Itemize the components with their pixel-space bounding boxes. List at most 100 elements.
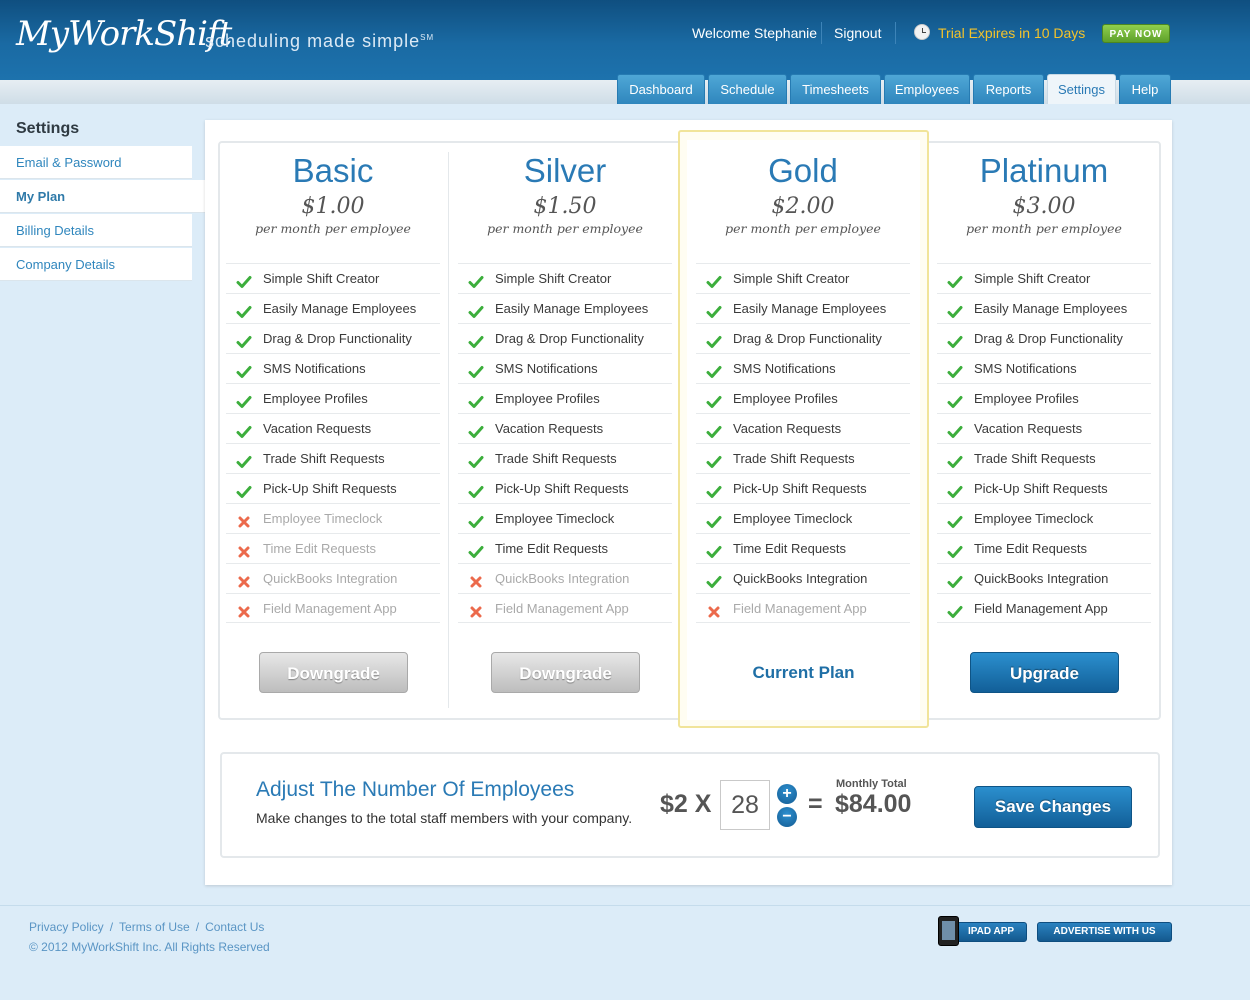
downgrade-button-basic[interactable]: Downgrade: [259, 652, 408, 693]
downgrade-button-silver[interactable]: Downgrade: [491, 652, 640, 693]
price-multiplier: $2 X: [660, 790, 712, 818]
pay-now-button[interactable]: PAY NOW: [1102, 24, 1170, 43]
feature-label: Vacation Requests: [263, 421, 372, 436]
feature-item: Drag & Drop Functionality: [458, 323, 672, 353]
plan-price-unit: per month per employee: [725, 221, 881, 236]
tab-reports[interactable]: Reports: [973, 74, 1044, 104]
tab-settings[interactable]: Settings: [1047, 74, 1116, 104]
feature-item: Easily Manage Employees: [696, 293, 910, 323]
check-icon: [468, 541, 484, 558]
clock-icon: [914, 24, 930, 40]
feature-label: Drag & Drop Functionality: [495, 331, 644, 346]
contact-us-link[interactable]: Contact Us: [205, 920, 264, 934]
service-mark: SM: [420, 33, 435, 42]
feature-label: Pick-Up Shift Requests: [495, 481, 629, 496]
sidebar-item-my-plan[interactable]: My Plan: [0, 180, 206, 213]
feature-label: Simple Shift Creator: [974, 271, 1091, 286]
feature-label: Employee Timeclock: [495, 511, 615, 526]
feature-label: QuickBooks Integration: [974, 571, 1109, 586]
tab-timesheets[interactable]: Timesheets: [790, 74, 881, 104]
feature-label: Simple Shift Creator: [263, 271, 380, 286]
upgrade-button-platinum[interactable]: Upgrade: [970, 652, 1119, 693]
adjust-title: Adjust The Number Of Employees: [256, 778, 575, 801]
check-icon: [706, 511, 722, 528]
check-icon: [706, 541, 722, 558]
feature-label: Pick-Up Shift Requests: [974, 481, 1108, 496]
check-icon: [706, 361, 722, 378]
plan-price-unit: per month per employee: [487, 221, 643, 236]
feature-item: Easily Manage Employees: [937, 293, 1151, 323]
check-icon: [468, 331, 484, 348]
check-icon: [468, 481, 484, 498]
feature-item: Easily Manage Employees: [458, 293, 672, 323]
feature-item: QuickBooks Integration: [696, 563, 910, 593]
increment-button[interactable]: +: [777, 784, 797, 804]
feature-label: SMS Notifications: [974, 361, 1077, 376]
plan-price: $2.00: [771, 194, 835, 219]
ipad-app-button[interactable]: IPAD APP: [955, 922, 1027, 942]
equals-sign: =: [808, 790, 823, 818]
plan-platinum: Platinum $3.00 per month per employee Simpl…: [937, 150, 1151, 693]
feature-item: SMS Notifications: [226, 353, 440, 383]
check-icon: [947, 541, 963, 558]
plan-price-unit: per month per employee: [966, 221, 1122, 236]
feature-item: QuickBooks Integration: [937, 563, 1151, 593]
feature-item: Pick-Up Shift Requests: [937, 473, 1151, 503]
plan-price: $1.50: [533, 194, 597, 219]
feature-label: Time Edit Requests: [974, 541, 1087, 556]
plan-name: Gold: [768, 152, 838, 189]
feature-item: QuickBooks Integration: [226, 563, 440, 593]
feature-item: Employee Timeclock: [458, 503, 672, 533]
tab-employees[interactable]: Employees: [884, 74, 970, 104]
footer-links: Privacy Policy / Terms of Use / Contact Us: [29, 920, 264, 934]
sidebar-title: Settings: [16, 120, 80, 137]
tagline: scheduling made simpleSM: [205, 31, 435, 51]
feature-item: Vacation Requests: [458, 413, 672, 443]
feature-item: Pick-Up Shift Requests: [226, 473, 440, 503]
feature-label: Pick-Up Shift Requests: [263, 481, 397, 496]
logo[interactable]: MyWorkShift: [16, 14, 232, 54]
feature-label: QuickBooks Integration: [733, 571, 868, 586]
signout-link[interactable]: Signout: [834, 25, 881, 41]
tab-dashboard[interactable]: Dashboard: [617, 74, 705, 104]
employee-count-input[interactable]: [720, 780, 770, 830]
decrement-button[interactable]: −: [777, 807, 797, 827]
tab-help[interactable]: Help: [1119, 74, 1171, 104]
check-icon: [947, 511, 963, 528]
feature-label: Field Management App: [495, 601, 629, 616]
feature-label: Employee Profiles: [263, 391, 368, 406]
feature-label: Simple Shift Creator: [495, 271, 612, 286]
feature-label: Time Edit Requests: [495, 541, 608, 556]
feature-label: Simple Shift Creator: [733, 271, 850, 286]
feature-item: Easily Manage Employees: [226, 293, 440, 323]
feature-item: SMS Notifications: [696, 353, 910, 383]
feature-label: Easily Manage Employees: [733, 301, 887, 316]
feature-item: Field Management App: [226, 593, 440, 623]
feature-label: Field Management App: [733, 601, 867, 616]
save-changes-button[interactable]: Save Changes: [974, 786, 1132, 828]
footer-link-separator: /: [109, 920, 114, 934]
plan-price: $3.00: [1012, 194, 1076, 219]
privacy-policy-link[interactable]: Privacy Policy: [29, 920, 104, 934]
sidebar-item-company-details[interactable]: Company Details: [0, 248, 192, 281]
feature-label: Easily Manage Employees: [495, 301, 649, 316]
column-divider: [448, 152, 449, 708]
feature-item: Pick-Up Shift Requests: [458, 473, 672, 503]
sidebar-item-email-password[interactable]: Email & Password: [0, 146, 192, 179]
plan-name: Platinum: [979, 152, 1109, 189]
check-icon: [706, 331, 722, 348]
feature-label: Employee Timeclock: [974, 511, 1094, 526]
cross-icon: [236, 541, 252, 558]
tab-schedule[interactable]: Schedule: [708, 74, 787, 104]
feature-item: Trade Shift Requests: [226, 443, 440, 473]
advertise-button[interactable]: ADVERTISE WITH US: [1037, 922, 1172, 942]
check-icon: [706, 421, 722, 438]
sidebar-item-billing-details[interactable]: Billing Details: [0, 214, 192, 247]
feature-item: Time Edit Requests: [937, 533, 1151, 563]
cross-icon: [236, 571, 252, 588]
terms-of-use-link[interactable]: Terms of Use: [119, 920, 190, 934]
feature-label: Trade Shift Requests: [263, 451, 385, 466]
feature-item: Employee Profiles: [226, 383, 440, 413]
monthly-total-label: Monthly Total: [836, 778, 907, 790]
feature-label: Trade Shift Requests: [974, 451, 1096, 466]
